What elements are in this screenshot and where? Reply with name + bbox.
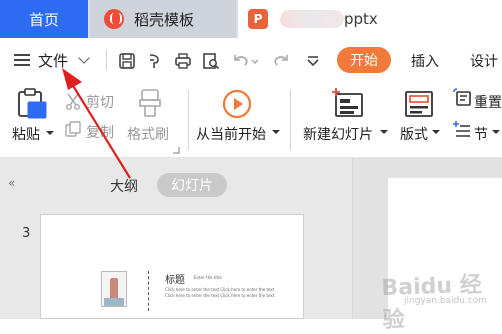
annotation-arrow [62, 68, 131, 179]
